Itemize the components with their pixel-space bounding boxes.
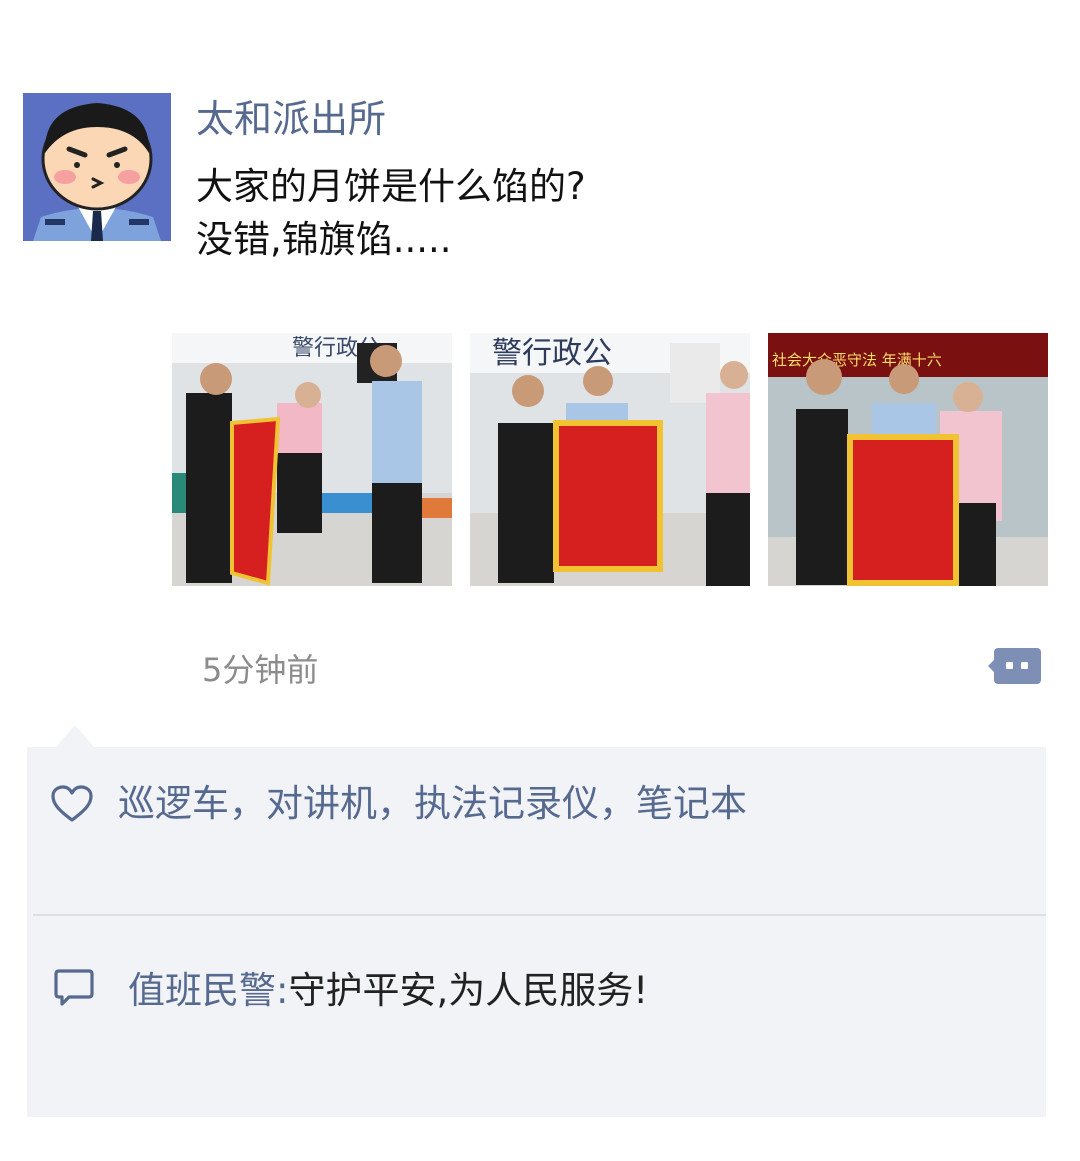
post-photo-3[interactable]: 社会大众恶守法 年满十六 bbox=[768, 333, 1048, 586]
photo-2-banner: 警行政公 bbox=[492, 336, 612, 371]
post-author-name[interactable]: 太和派出所 bbox=[196, 96, 386, 142]
comment-panel-arrow bbox=[56, 725, 94, 747]
likes-list[interactable]: 巡逻车，对讲机，执法记录仪，笔记本 bbox=[118, 779, 747, 829]
photo-3-image: 社会大众恶守法 年满十六 bbox=[768, 333, 1048, 586]
post-text-line-2: 没错,锦旗馅..... bbox=[196, 218, 452, 261]
avatar[interactable] bbox=[23, 93, 171, 241]
more-actions-button[interactable] bbox=[988, 646, 1041, 686]
post-photo-1[interactable]: 警行政公 bbox=[172, 333, 452, 586]
more-dots-icon bbox=[988, 648, 1041, 684]
photo-3-banner: 社会大众恶守法 年满十六 bbox=[772, 351, 942, 369]
comment-text: 值班民警:守护平安,为人民服务! bbox=[128, 966, 648, 1016]
comment-author[interactable]: 值班民警 bbox=[128, 969, 276, 1012]
comment-separator: : bbox=[276, 969, 289, 1012]
comment-bubble-icon bbox=[54, 969, 94, 1006]
police-avatar-icon bbox=[23, 93, 171, 241]
post-text: 大家的月饼是什么馅的? 没错,锦旗馅..... bbox=[196, 160, 1036, 266]
photo-1-image: 警行政公 bbox=[172, 333, 452, 586]
photo-2-image: 警行政公 bbox=[470, 333, 750, 586]
comment-body: 守护平安,为人民服务! bbox=[288, 969, 649, 1012]
post-photo-2[interactable]: 警行政公 bbox=[470, 333, 750, 586]
likes-row: 巡逻车，对讲机，执法记录仪，笔记本 bbox=[27, 747, 1046, 915]
post-time: 5分钟前 bbox=[202, 651, 319, 689]
post-text-line-1: 大家的月饼是什么馅的? bbox=[196, 165, 586, 208]
comment-panel: 巡逻车，对讲机，执法记录仪，笔记本 值班民警:守护平安,为人民服务! bbox=[27, 747, 1046, 1117]
comment-item[interactable]: 值班民警:守护平安,为人民服务! bbox=[27, 916, 1046, 1116]
heart-outline-icon bbox=[51, 785, 93, 822]
